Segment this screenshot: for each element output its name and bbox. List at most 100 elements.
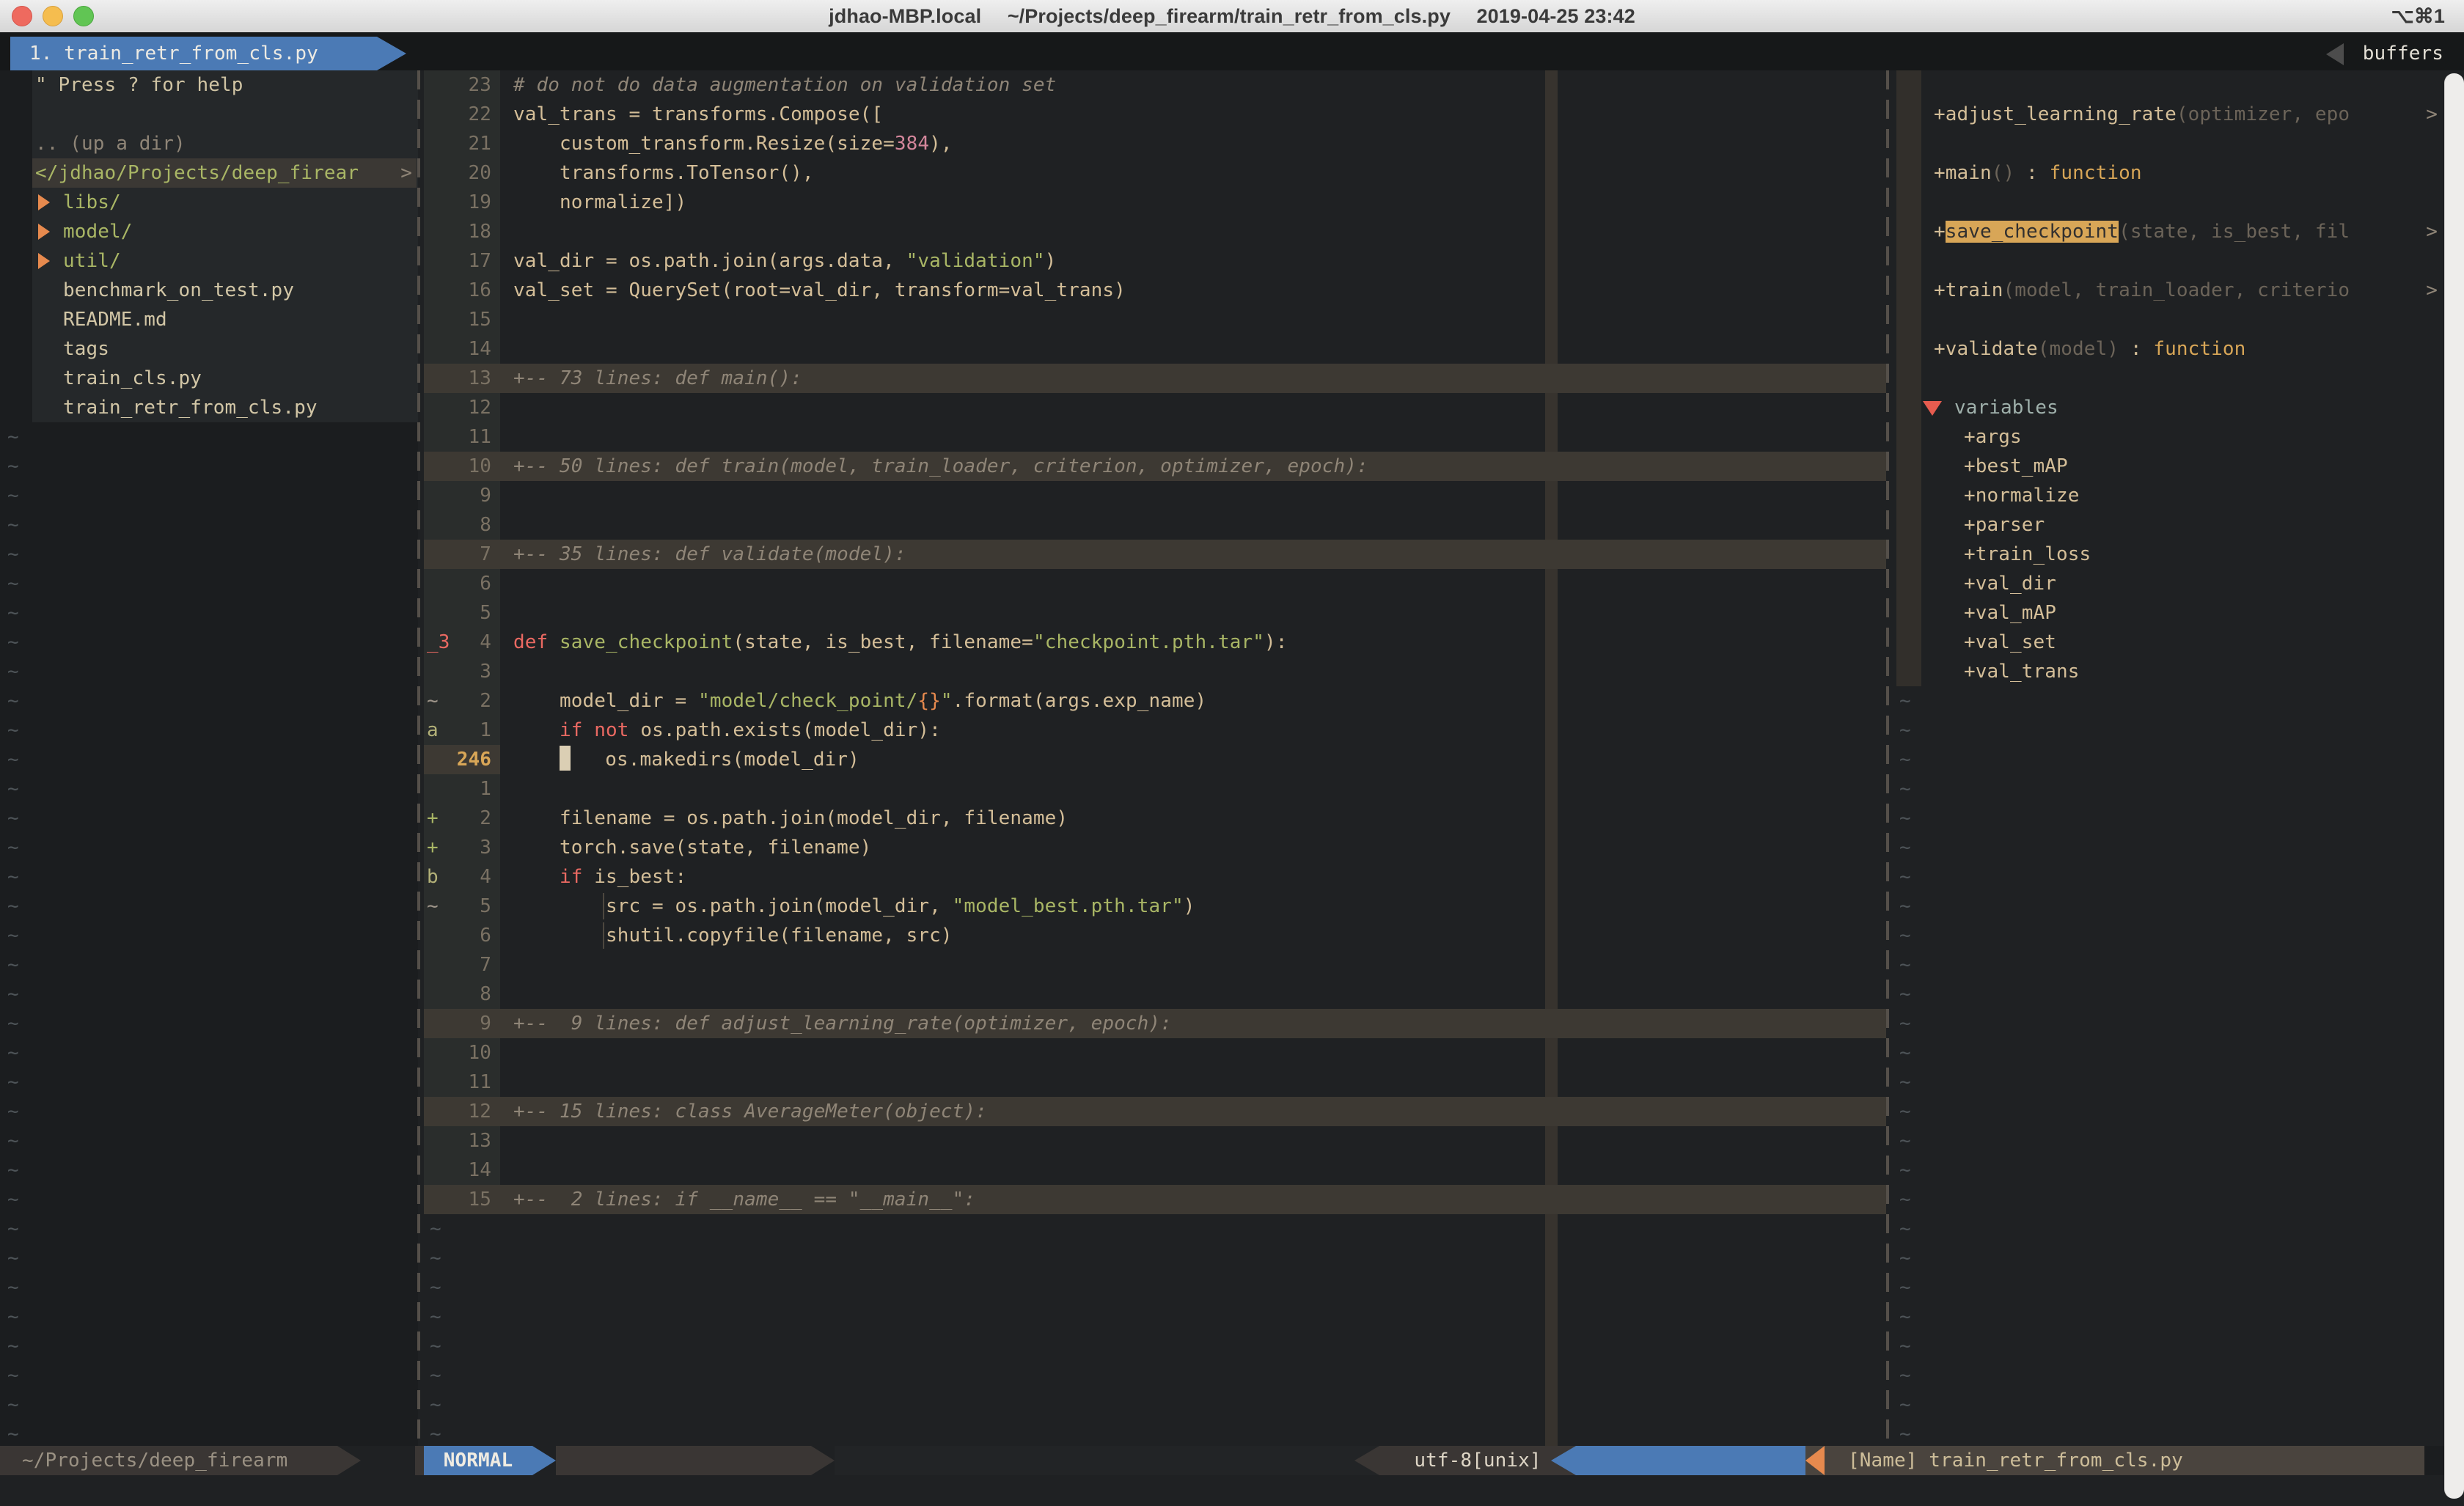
tag-item[interactable]: +save_checkpoint(state, is_best, fil> <box>1892 217 2464 246</box>
code-line[interactable]: 4b if is_best: <box>424 862 1886 892</box>
tag-item[interactable] <box>1892 305 2464 334</box>
tag-item[interactable]: +val_set <box>1892 628 2464 657</box>
nerdtree-pane[interactable]: " Press ? for help .. (up a dir)</jdhao/P… <box>0 70 418 1446</box>
folder-collapsed-icon <box>38 194 50 210</box>
tree-item[interactable]: " Press ? for help <box>0 70 418 100</box>
code-line[interactable]: 19 normalize]) <box>424 188 1886 217</box>
code-line[interactable]: 12+-- 15 lines: class AverageMeter(objec… <box>424 1097 1886 1126</box>
code-line[interactable]: 5 <box>424 598 1886 628</box>
tag-item[interactable]: variables <box>1892 393 2464 422</box>
code-line[interactable]: 7+-- 35 lines: def validate(model): <box>424 540 1886 569</box>
tag-item[interactable]: +validate(model) : function <box>1892 334 2464 364</box>
tag-item[interactable] <box>1892 70 2464 100</box>
code-line[interactable]: 8 <box>424 980 1886 1009</box>
tree-item[interactable]: util/ <box>0 246 418 276</box>
tree-item[interactable]: train_retr_from_cls.py <box>0 393 418 422</box>
code-line[interactable]: 11 <box>424 1068 1886 1097</box>
code-line[interactable]: 20 transforms.ToTensor(), <box>424 158 1886 188</box>
code-line[interactable]: 4_3def save_checkpoint(state, is_best, f… <box>424 628 1886 657</box>
empty-line: ~ <box>0 1361 418 1390</box>
tag-item[interactable]: +val_dir <box>1892 569 2464 598</box>
tag-item[interactable]: +train(model, train_loader, criterio> <box>1892 276 2464 305</box>
tree-item[interactable]: </jdhao/Projects/deep_firear> <box>0 158 418 188</box>
code-line[interactable]: 13+-- 73 lines: def main(): <box>424 364 1886 393</box>
code-line[interactable]: 2+ filename = os.path.join(model_dir, fi… <box>424 804 1886 833</box>
code-line[interactable]: 6 shutil.copyfile(filename, src) <box>424 921 1886 950</box>
code-line[interactable]: 23# do not do data augmentation on valid… <box>424 70 1886 100</box>
code-line[interactable]: 1 <box>424 774 1886 804</box>
powerline-arrow-icon <box>811 1446 835 1475</box>
empty-line: ~ <box>1892 1126 2464 1156</box>
empty-line: ~ <box>0 569 418 598</box>
tag-item[interactable]: +normalize <box>1892 481 2464 510</box>
tree-item[interactable]: model/ <box>0 217 418 246</box>
empty-line: ~ <box>1892 1331 2464 1361</box>
tag-item[interactable]: +adjust_learning_rate(optimizer, epo> <box>1892 100 2464 129</box>
empty-line: ~ <box>0 1331 418 1361</box>
tree-item[interactable]: .. (up a dir) <box>0 129 418 158</box>
code-line[interactable]: 10 <box>424 1038 1886 1068</box>
command-line[interactable] <box>0 1475 2464 1506</box>
tag-item[interactable] <box>1892 364 2464 393</box>
tree-item[interactable]: README.md <box>0 305 418 334</box>
code-line[interactable]: 2~ model_dir = "model/check_point/{}".fo… <box>424 686 1886 716</box>
tag-item[interactable]: +best_mAP <box>1892 452 2464 481</box>
code-line[interactable]: 13 <box>424 1126 1886 1156</box>
tag-item[interactable]: +train_loss <box>1892 540 2464 569</box>
code-line[interactable]: 3+ torch.save(state, filename) <box>424 833 1886 862</box>
code-line[interactable]: 8 <box>424 510 1886 540</box>
code-line[interactable]: 14 <box>424 334 1886 364</box>
tab-train-retr-from-cls[interactable]: 1. train_retr_from_cls.py <box>10 37 406 70</box>
code-line[interactable]: 12 <box>424 393 1886 422</box>
empty-line: ~ <box>0 1302 418 1331</box>
code-line[interactable]: 246 os.makedirs(model_dir) <box>424 745 1886 774</box>
tag-item[interactable] <box>1892 129 2464 158</box>
empty-line: ~ <box>0 921 418 950</box>
tag-item[interactable]: +parser <box>1892 510 2464 540</box>
window-separator-left[interactable] <box>417 70 420 1446</box>
empty-line: ~ <box>1892 1361 2464 1390</box>
code-line[interactable]: 15 <box>424 305 1886 334</box>
empty-line: ~ <box>1892 980 2464 1009</box>
tree-item[interactable]: train_cls.py <box>0 364 418 393</box>
tree-item[interactable] <box>0 100 418 129</box>
code-line[interactable]: 10+-- 50 lines: def train(model, train_l… <box>424 452 1886 481</box>
code-line[interactable]: 16val_set = QuerySet(root=val_dir, trans… <box>424 276 1886 305</box>
tree-item[interactable]: tags <box>0 334 418 364</box>
empty-line: ~ <box>1892 1214 2464 1244</box>
chevron-left-icon <box>2326 43 2344 65</box>
tag-item[interactable]: +args <box>1892 422 2464 452</box>
tree-item[interactable]: libs/ <box>0 188 418 217</box>
tag-item[interactable]: +main() : function <box>1892 158 2464 188</box>
empty-line: ~ <box>0 598 418 628</box>
code-line[interactable]: 18 <box>424 217 1886 246</box>
tree-item[interactable]: benchmark_on_test.py <box>0 276 418 305</box>
code-line[interactable]: 22val_trans = transforms.Compose([ <box>424 100 1886 129</box>
tag-item[interactable]: +val_trans <box>1892 657 2464 686</box>
code-line[interactable]: 15+-- 2 lines: if __name__ == "__main__"… <box>424 1185 1886 1214</box>
editor-pane[interactable]: 23# do not do data augmentation on valid… <box>424 70 1886 1446</box>
tag-item[interactable]: +val_mAP <box>1892 598 2464 628</box>
scrollbar[interactable] <box>2444 73 2464 1499</box>
code-line[interactable]: 3 <box>424 657 1886 686</box>
code-line[interactable]: 7 <box>424 950 1886 980</box>
code-line[interactable]: 17val_dir = os.path.join(args.data, "val… <box>424 246 1886 276</box>
empty-line: ~ <box>1892 1244 2464 1273</box>
code-line[interactable]: 6 <box>424 569 1886 598</box>
code-line[interactable]: 11 <box>424 422 1886 452</box>
code-line[interactable]: 14 <box>424 1156 1886 1185</box>
empty-line: ~ <box>0 1244 418 1273</box>
code-line[interactable]: 21 custom_transform.Resize(size=384), <box>424 129 1886 158</box>
tag-item[interactable] <box>1892 188 2464 217</box>
folder-collapsed-icon <box>38 253 50 269</box>
code-line[interactable]: 5~ src = os.path.join(model_dir, "model_… <box>424 892 1886 921</box>
code-line[interactable]: 1a if not os.path.exists(model_dir): <box>424 716 1886 745</box>
code-line[interactable]: 9 <box>424 481 1886 510</box>
code-line[interactable]: 9+-- 9 lines: def adjust_learning_rate(o… <box>424 1009 1886 1038</box>
tag-item[interactable] <box>1892 246 2464 276</box>
vim-workspace: " Press ? for help .. (up a dir)</jdhao/P… <box>0 70 2464 1446</box>
tagbar-pane[interactable]: +adjust_learning_rate(optimizer, epo> +ma… <box>1892 70 2464 1446</box>
empty-line: ~ <box>0 804 418 833</box>
window-separator-right[interactable] <box>1886 70 1889 1446</box>
empty-line: ~ <box>1892 1302 2464 1331</box>
